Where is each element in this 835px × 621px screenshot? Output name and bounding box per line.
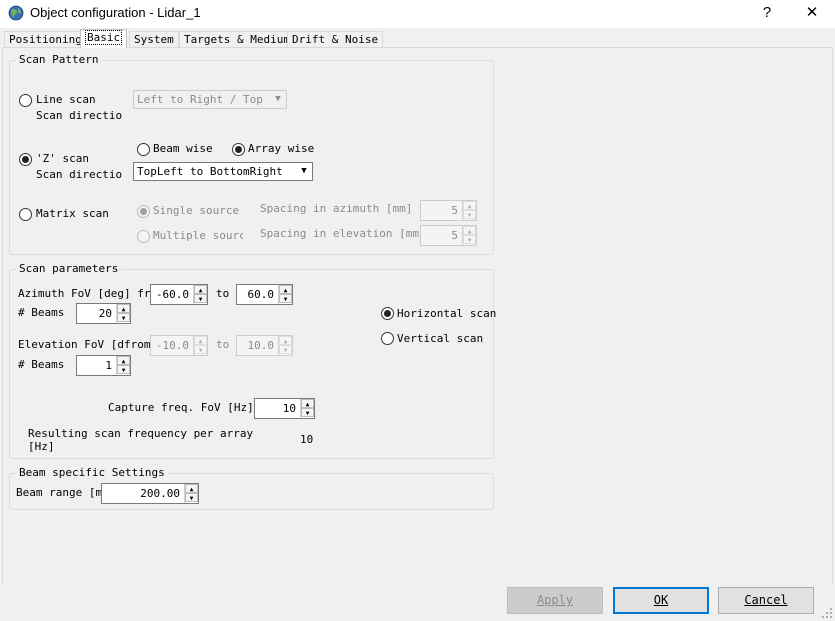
spin-down-icon[interactable]: ▼ <box>185 493 198 502</box>
resulting-freq-label-line1: Resulting scan frequency per array <box>28 427 254 440</box>
beam-wise-label: Beam wise <box>153 142 213 155</box>
globe-app-icon <box>8 5 24 21</box>
spin-up-icon[interactable]: ▲ <box>194 285 207 294</box>
spin-down-icon[interactable]: ▼ <box>279 294 292 303</box>
cancel-button[interactable]: Cancel <box>718 587 814 614</box>
spin-up-icon[interactable]: ▲ <box>279 285 292 294</box>
matrix-scan-label: Matrix scan <box>36 207 109 220</box>
line-scan-radio[interactable] <box>19 94 32 107</box>
vertical-scan-radio[interactable] <box>381 332 394 345</box>
elevation-fov-label: Elevation FoV [de <box>18 338 124 351</box>
z-scan-radio[interactable] <box>19 153 32 166</box>
single-source-label: Single source <box>153 204 240 217</box>
spin-up-icon[interactable]: ▲ <box>194 336 207 345</box>
azimuth-to-spinbox[interactable]: 60.0 ▲ ▼ <box>236 284 293 305</box>
tab-positioning[interactable]: Positioning <box>4 31 87 48</box>
spin-down-icon[interactable]: ▼ <box>194 345 207 354</box>
elevation-beams-spinbox[interactable]: 1 ▲ ▼ <box>76 355 131 376</box>
z-scan-direction-select[interactable]: TopLeft to BottomRight ▼ <box>133 162 313 181</box>
chevron-down-icon: ▼ <box>275 94 281 104</box>
line-scan-direction-label: Scan directio <box>36 109 123 122</box>
multiple-source-radio[interactable] <box>137 230 150 243</box>
z-scan-label: 'Z' scan <box>36 152 89 165</box>
elevation-from-label: from <box>124 338 151 351</box>
resulting-freq-label-line2: [Hz] <box>28 440 55 453</box>
ok-button[interactable]: OK <box>613 587 709 614</box>
elevation-to-label: to <box>216 338 230 351</box>
spin-up-icon[interactable]: ▲ <box>185 484 198 493</box>
array-wise-radio[interactable] <box>232 143 245 156</box>
spin-up-icon[interactable]: ▲ <box>117 304 130 313</box>
chevron-down-icon: ▼ <box>301 166 307 176</box>
single-source-radio[interactable] <box>137 205 150 218</box>
spin-up-icon[interactable]: ▲ <box>279 336 292 345</box>
spin-up-icon[interactable]: ▲ <box>117 356 130 365</box>
capture-freq-spinbox[interactable]: 10 ▲ ▼ <box>254 398 315 419</box>
line-scan-direction-select[interactable]: Left to Right / Top to ▼ <box>133 90 287 109</box>
spacing-elevation-label: Spacing in elevation [mm] <box>260 227 426 240</box>
capture-freq-label: Capture freq. FoV [Hz] <box>108 401 254 414</box>
elevation-beams-label: # Beams <box>18 358 65 371</box>
spin-up-icon[interactable]: ▲ <box>301 399 314 408</box>
azimuth-fov-label: Azimuth FoV [deg] from <box>18 287 164 300</box>
azimuth-from-spinbox[interactable]: -60.0 ▲ ▼ <box>150 284 208 305</box>
spin-down-icon[interactable]: ▼ <box>463 210 476 219</box>
spin-down-icon[interactable]: ▼ <box>194 294 207 303</box>
beam-wise-radio[interactable] <box>137 143 150 156</box>
azimuth-beams-spinbox[interactable]: 20 ▲ ▼ <box>76 303 131 324</box>
scan-pattern-title: Scan Pattern <box>16 53 102 66</box>
beam-settings-title: Beam specific Settings <box>16 466 168 479</box>
azimuth-beams-label: # Beams <box>18 306 65 319</box>
title-bar: Object configuration - Lidar_1 ? ✕ <box>0 0 835 28</box>
spin-down-icon[interactable]: ▼ <box>117 313 130 322</box>
tab-system[interactable]: System <box>129 31 179 48</box>
vertical-scan-label: Vertical scan <box>397 332 484 345</box>
tab-drift-noise[interactable]: Drift & Noise <box>287 31 384 48</box>
beam-range-spinbox[interactable]: 200.00 ▲ ▼ <box>101 483 199 504</box>
tab-targets-medium[interactable]: Targets & Medium <box>179 31 295 48</box>
tab-basic[interactable]: Basic <box>80 29 128 48</box>
z-scan-direction-label: Scan directio <box>36 168 123 181</box>
elevation-to-spinbox[interactable]: 10.0 ▲ ▼ <box>236 335 293 356</box>
multiple-source-label: Multiple source <box>153 229 243 242</box>
spin-up-icon[interactable]: ▲ <box>463 226 476 235</box>
azimuth-to-label: to <box>216 287 230 300</box>
apply-button[interactable]: Apply <box>507 587 603 614</box>
spin-up-icon[interactable]: ▲ <box>463 201 476 210</box>
horizontal-scan-label: Horizontal scan <box>397 307 497 320</box>
help-button[interactable]: ? <box>745 0 789 26</box>
line-scan-label: Line scan <box>36 93 96 106</box>
spacing-elevation-spinbox[interactable]: 5 ▲ ▼ <box>420 225 477 246</box>
resize-grip-icon[interactable] <box>821 607 833 619</box>
window-title: Object configuration - Lidar_1 <box>30 5 201 20</box>
resulting-freq-value: 10 <box>300 433 314 446</box>
spacing-azimuth-spinbox[interactable]: 5 ▲ ▼ <box>420 200 477 221</box>
elevation-from-spinbox[interactable]: -10.0 ▲ ▼ <box>150 335 208 356</box>
spin-down-icon[interactable]: ▼ <box>117 365 130 374</box>
spacing-azimuth-label: Spacing in azimuth [mm] <box>260 202 413 215</box>
scan-parameters-title: Scan parameters <box>16 262 122 275</box>
horizontal-scan-radio[interactable] <box>381 307 394 320</box>
array-wise-label: Array wise <box>248 142 315 155</box>
spin-down-icon[interactable]: ▼ <box>463 235 476 244</box>
matrix-scan-radio[interactable] <box>19 208 32 221</box>
spin-down-icon[interactable]: ▼ <box>279 345 292 354</box>
close-button[interactable]: ✕ <box>790 0 834 26</box>
beam-range-label: Beam range [m] <box>16 486 109 499</box>
spin-down-icon[interactable]: ▼ <box>301 408 314 417</box>
